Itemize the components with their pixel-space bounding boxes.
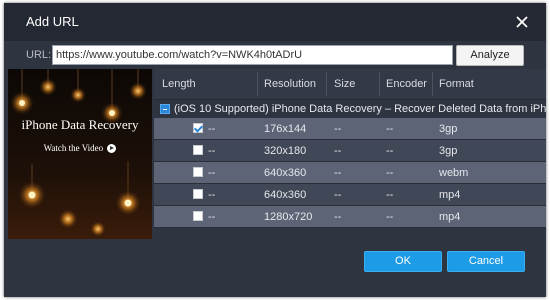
close-icon[interactable] [514, 14, 530, 30]
cell-format: webm [439, 167, 469, 179]
cell-length: -- [208, 189, 216, 201]
table-row[interactable]: -- 640x360 -- -- mp4 [154, 184, 546, 206]
cell-resolution: 320x180 [264, 145, 307, 157]
analyze-button[interactable]: Analyze [456, 45, 524, 66]
ok-button[interactable]: OK [364, 251, 442, 272]
row-checkbox[interactable] [193, 123, 203, 133]
dialog-title: Add URL [26, 14, 79, 29]
cell-size: -- [334, 167, 342, 179]
add-url-dialog: Add URL URL: Analyze [4, 3, 546, 297]
cell-length: -- [208, 123, 216, 135]
url-input[interactable] [52, 45, 453, 65]
cell-length: -- [208, 145, 216, 157]
row-checkbox[interactable] [193, 211, 203, 221]
cell-encoder: -- [386, 211, 394, 223]
column-header-size[interactable]: Size [334, 78, 355, 90]
video-group-row[interactable]: (iOS 10 Supported) iPhone Data Recovery … [154, 100, 546, 118]
cell-size: -- [334, 123, 342, 135]
thumbnail-title: iPhone Data Recovery [21, 117, 139, 132]
cell-size: -- [334, 211, 342, 223]
thumbnail-image [8, 69, 152, 239]
table-header: Length Resolution Size Encoder Format [154, 69, 546, 100]
table-row[interactable]: -- 1280x720 -- -- mp4 [154, 206, 546, 228]
cell-format: 3gp [439, 145, 458, 157]
thumbnail-subtitle: Watch the Video [8, 143, 152, 154]
column-header-length[interactable]: Length [162, 78, 196, 90]
cell-size: -- [334, 145, 342, 157]
column-header-encoder[interactable]: Encoder [386, 78, 427, 90]
cell-resolution: 176x144 [264, 123, 307, 135]
thumbnail-subtitle-text: Watch the Video [43, 143, 104, 153]
cell-length: -- [208, 167, 216, 179]
format-table: Length Resolution Size Encoder Format (i… [154, 69, 546, 244]
column-header-resolution[interactable]: Resolution [264, 78, 316, 90]
cell-resolution: 640x360 [264, 167, 307, 179]
play-icon [107, 144, 117, 154]
cell-format: mp4 [439, 189, 461, 201]
video-thumbnail: iPhone Data Recovery Watch the Video [8, 69, 152, 239]
row-checkbox[interactable] [193, 167, 203, 177]
column-separator [326, 72, 327, 96]
title-bar: Add URL [4, 3, 546, 41]
column-separator [257, 72, 258, 96]
column-header-format[interactable]: Format [439, 78, 474, 90]
url-label: URL: [26, 49, 52, 61]
cell-encoder: -- [386, 145, 394, 157]
row-checkbox[interactable] [193, 189, 203, 199]
cell-resolution: 640x360 [264, 189, 307, 201]
cell-encoder: -- [386, 167, 394, 179]
column-separator [432, 72, 433, 96]
video-group-label: (iOS 10 Supported) iPhone Data Recovery … [174, 103, 546, 115]
cell-encoder: -- [386, 123, 394, 135]
table-row[interactable]: -- 176x144 -- -- 3gp [154, 118, 546, 140]
cell-length: -- [208, 211, 216, 223]
row-checkbox[interactable] [193, 145, 203, 155]
cell-format: mp4 [439, 211, 461, 223]
cell-encoder: -- [386, 189, 394, 201]
url-row: URL: Analyze [4, 41, 546, 69]
cell-format: 3gp [439, 123, 458, 135]
table-row[interactable]: -- 320x180 -- -- 3gp [154, 140, 546, 162]
cell-size: -- [334, 189, 342, 201]
table-row[interactable]: -- 640x360 -- -- webm [154, 162, 546, 184]
cell-resolution: 1280x720 [264, 211, 313, 223]
column-separator [379, 72, 380, 96]
cancel-button[interactable]: Cancel [447, 251, 525, 272]
collapse-toggle-icon[interactable] [160, 104, 170, 114]
